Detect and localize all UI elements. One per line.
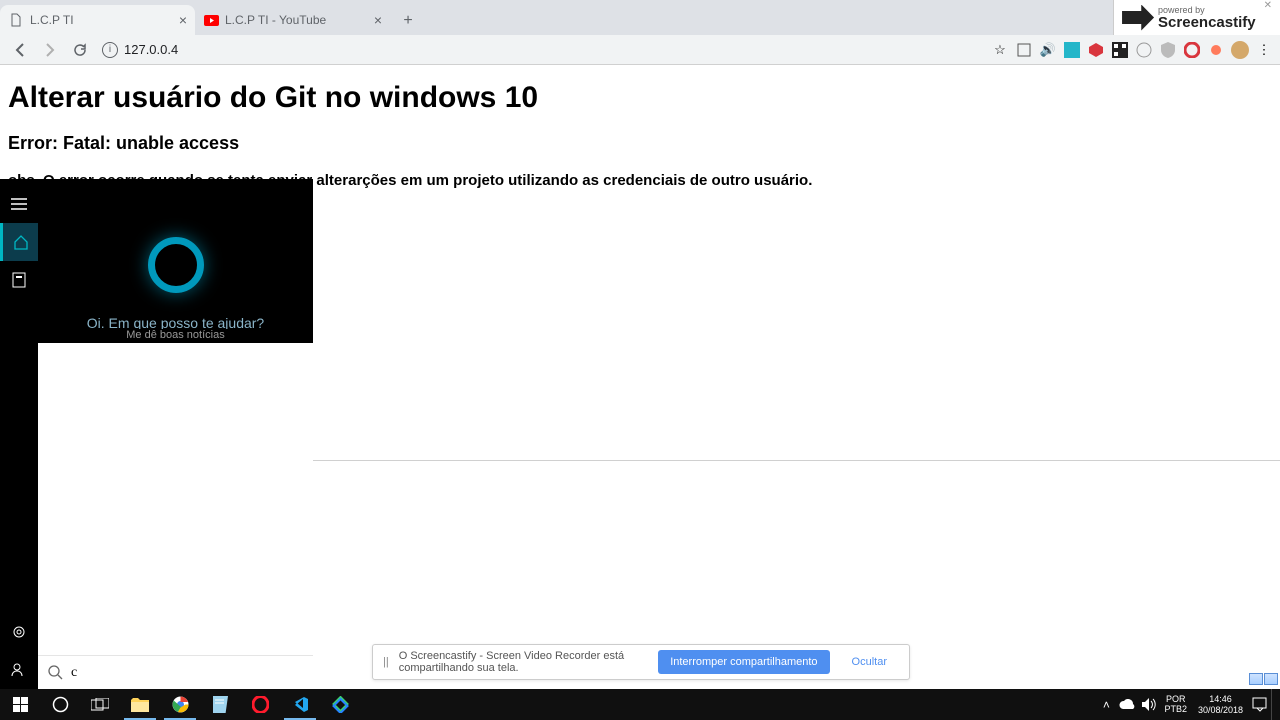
badge-title: Screencastify	[1158, 15, 1256, 30]
qr-icon[interactable]	[1110, 40, 1130, 60]
screencastify-badge: powered by Screencastify ✕	[1113, 0, 1280, 35]
new-tab-button[interactable]: +	[394, 7, 422, 35]
sourcetree-icon[interactable]	[320, 689, 360, 720]
page-subheading: Error: Fatal: unable access	[8, 133, 1272, 154]
browser-tabstrip: L.C.P TI × L.C.P TI - YouTube × + powere…	[0, 0, 1280, 35]
cortana-results: Me dê boas notícias	[38, 343, 313, 689]
kebab-menu-icon[interactable]: ⋮	[1254, 40, 1274, 60]
divider	[313, 460, 1280, 461]
settings-gear-icon[interactable]	[0, 613, 38, 651]
shield-icon[interactable]	[1158, 40, 1178, 60]
system-tray: ˄ POR PTB2 14:46 30/08/2018	[1097, 689, 1280, 720]
notebook-icon[interactable]	[0, 261, 38, 299]
profile-avatar-icon[interactable]	[1230, 40, 1250, 60]
reload-button[interactable]	[66, 36, 94, 64]
hamburger-icon[interactable]	[0, 185, 38, 223]
ext-icon-3[interactable]	[1134, 40, 1154, 60]
forward-button[interactable]	[36, 36, 64, 64]
notepad-icon[interactable]	[200, 689, 240, 720]
address-bar: i 127.0.0.4 ☆ 🔊 ⋮	[0, 35, 1280, 65]
screencastify-logo-icon	[1122, 5, 1154, 31]
ext-icon-2[interactable]	[1062, 40, 1082, 60]
adblock-icon[interactable]	[1086, 40, 1106, 60]
hide-button[interactable]: Ocultar	[840, 650, 899, 674]
cortana-search-box[interactable]	[38, 655, 313, 689]
opera-tb-icon[interactable]	[240, 689, 280, 720]
action-center-icon[interactable]	[1250, 689, 1268, 720]
screenshare-notification: || O Screencastify - Screen Video Record…	[372, 644, 910, 680]
extension-icons: ☆ 🔊 ⋮	[990, 40, 1274, 60]
youtube-icon	[203, 12, 219, 28]
back-button[interactable]	[6, 36, 34, 64]
notification-text: O Screencastify - Screen Video Recorder …	[399, 650, 648, 674]
url-text: 127.0.0.4	[124, 42, 178, 57]
stop-sharing-button[interactable]: Interromper compartilhamento	[658, 650, 829, 674]
onedrive-icon[interactable]	[1118, 689, 1136, 720]
tab-title: L.C.P TI	[30, 13, 173, 27]
ext-icon-1[interactable]	[1014, 40, 1034, 60]
view-mode-icons[interactable]	[1249, 673, 1278, 685]
feedback-icon[interactable]	[0, 651, 38, 689]
taskbar: ˄ POR PTB2 14:46 30/08/2018	[0, 689, 1280, 720]
tab-title: L.C.P TI - YouTube	[225, 13, 368, 27]
tab-active[interactable]: L.C.P TI ×	[0, 5, 195, 35]
site-info-icon[interactable]: i	[102, 42, 118, 58]
file-explorer-icon[interactable]	[120, 689, 160, 720]
home-icon[interactable]	[0, 223, 38, 261]
file-icon	[8, 12, 24, 28]
start-button[interactable]	[0, 689, 40, 720]
volume-icon[interactable]	[1139, 689, 1157, 720]
mute-icon[interactable]: 🔊	[1038, 40, 1058, 60]
cortana-header: Oi. Em que posso te ajudar?	[38, 179, 313, 343]
clock[interactable]: 14:46 30/08/2018	[1194, 694, 1247, 716]
cortana-panel: Oi. Em que posso te ajudar? Me dê boas n…	[0, 179, 313, 689]
taskview-icon[interactable]	[80, 689, 120, 720]
cortana-main: Oi. Em que posso te ajudar? Me dê boas n…	[38, 179, 313, 689]
tab-close-icon[interactable]: ×	[179, 12, 187, 28]
screencastify-ext-icon[interactable]	[1206, 40, 1226, 60]
chrome-icon[interactable]	[160, 689, 200, 720]
close-icon[interactable]: ✕	[1264, 0, 1272, 11]
tab-close-icon[interactable]: ×	[374, 12, 382, 28]
notification-pause-icon: ||	[383, 656, 389, 668]
cortana-search-input[interactable]	[71, 665, 303, 681]
cortana-suggestion[interactable]: Me dê boas notícias	[38, 329, 313, 341]
bookmark-star-icon[interactable]: ☆	[990, 40, 1010, 60]
cortana-ring-icon	[148, 237, 204, 293]
cortana-tb-icon[interactable]	[40, 689, 80, 720]
show-desktop-button[interactable]	[1271, 689, 1277, 720]
search-icon	[48, 665, 63, 680]
cortana-rail	[0, 179, 38, 689]
tab-inactive[interactable]: L.C.P TI - YouTube ×	[195, 5, 390, 35]
vscode-icon[interactable]	[280, 689, 320, 720]
language-indicator[interactable]: POR PTB2	[1160, 695, 1191, 715]
url-field[interactable]: i 127.0.0.4	[96, 42, 988, 58]
opera-icon[interactable]	[1182, 40, 1202, 60]
tray-chevron-icon[interactable]: ˄	[1097, 689, 1115, 720]
page-heading: Alterar usuário do Git no windows 10	[8, 81, 1272, 115]
